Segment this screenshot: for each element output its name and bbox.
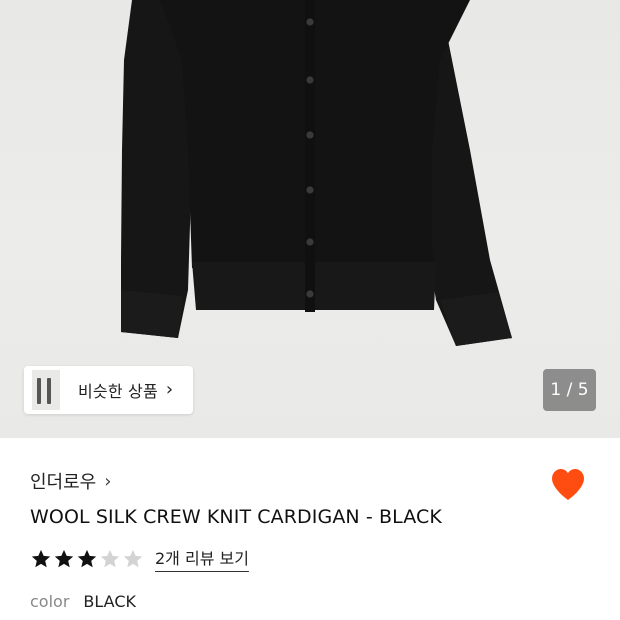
chevron-right-icon: › bbox=[165, 379, 174, 400]
brand-name: 인더로우 bbox=[30, 472, 97, 493]
star-icon bbox=[54, 549, 74, 567]
star-icon bbox=[100, 549, 120, 567]
color-label: color bbox=[30, 592, 70, 611]
chevron-right-icon: › bbox=[104, 470, 112, 492]
thumbnail bbox=[42, 370, 61, 410]
star-rating bbox=[30, 548, 145, 570]
similar-products-label: 비슷한 상품 bbox=[78, 382, 158, 401]
brand-link[interactable]: 인더로우 › bbox=[30, 468, 111, 494]
star-icon bbox=[123, 549, 143, 567]
image-pager: 1 / 5 bbox=[543, 369, 596, 411]
star-icon bbox=[31, 549, 51, 567]
product-image-gallery[interactable]: 비슷한 상품 › 1 / 5 bbox=[0, 0, 620, 438]
color-row: color BLACK bbox=[30, 592, 136, 611]
product-title: WOOL SILK CREW KNIT CARDIGAN - BLACK bbox=[30, 506, 442, 528]
color-value: BLACK bbox=[83, 592, 136, 611]
star-icon bbox=[77, 549, 97, 567]
rating-row: 2개 리뷰 보기 bbox=[30, 545, 249, 572]
reviews-link[interactable]: 2개 리뷰 보기 bbox=[155, 545, 249, 572]
heart-icon[interactable] bbox=[549, 466, 587, 504]
similar-products-thumbnails bbox=[28, 366, 64, 414]
similar-products-button[interactable]: 비슷한 상품 › bbox=[24, 366, 193, 414]
